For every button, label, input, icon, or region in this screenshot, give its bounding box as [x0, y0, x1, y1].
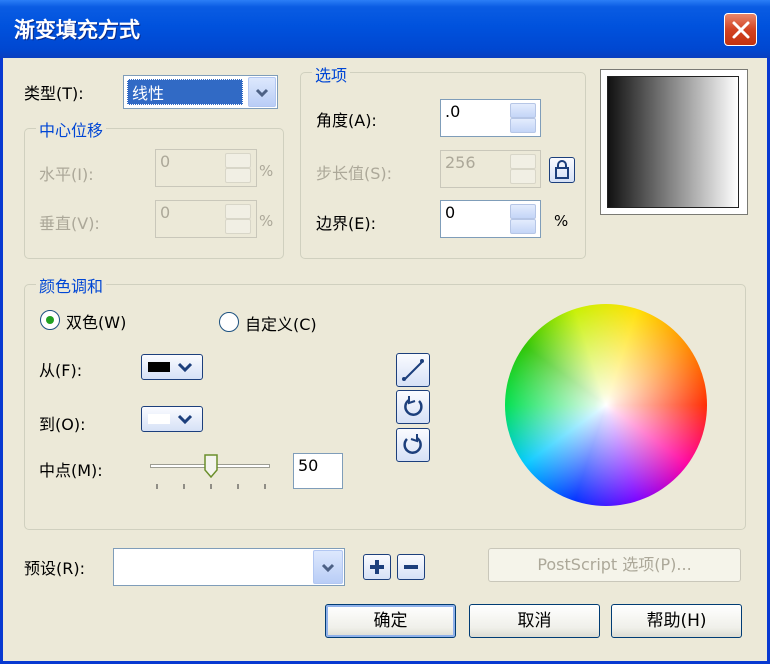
color-blend-legend: 颜色调和	[36, 273, 107, 297]
clockwise-arrow-icon	[403, 434, 422, 454]
type-dropdown-arrow[interactable]	[248, 77, 276, 107]
horizontal-label: 水平(I):	[39, 165, 94, 184]
type-select[interactable]: 线性	[123, 75, 278, 109]
from-color-picker[interactable]	[141, 354, 203, 380]
midpoint-field[interactable]: 50	[293, 453, 343, 489]
vertical-spinner	[225, 204, 251, 234]
to-label: 到(O):	[39, 415, 86, 434]
to-color-swatch	[148, 414, 170, 424]
presets-dropdown-arrow[interactable]	[313, 550, 343, 584]
custom-radio[interactable]	[219, 312, 239, 332]
chevron-down-icon	[177, 414, 193, 425]
midpoint-slider-ticks	[156, 484, 266, 489]
horizontal-unit: %	[259, 162, 274, 180]
two-color-radio[interactable]	[40, 310, 60, 330]
ok-button[interactable]: 确定	[325, 604, 456, 638]
help-button[interactable]: 帮助(H)	[611, 604, 742, 638]
direct-path-button[interactable]	[396, 353, 430, 387]
center-offset-group	[24, 128, 284, 259]
clockwise-path-button[interactable]	[396, 428, 430, 462]
steps-lock-button[interactable]	[549, 157, 575, 183]
from-label: 从(F):	[39, 361, 83, 380]
chevron-down-icon	[177, 362, 193, 373]
add-preset-button[interactable]	[363, 554, 391, 580]
type-selected-value: 线性	[132, 84, 165, 103]
gradient-preview[interactable]	[607, 76, 739, 208]
horizontal-spinner	[225, 153, 251, 183]
steps-label: 步长值(S):	[316, 164, 393, 183]
counterclockwise-arrow-icon	[404, 396, 423, 416]
gradient-preview-frame	[600, 69, 748, 215]
chevron-down-icon	[255, 88, 269, 98]
midpoint-slider-thumb[interactable]	[204, 454, 218, 479]
to-color-picker[interactable]	[141, 406, 203, 432]
presets-label: 预设(R):	[24, 559, 85, 578]
vertical-label: 垂直(V):	[39, 214, 100, 233]
chevron-down-icon	[321, 563, 335, 573]
two-color-label[interactable]: 双色(W)	[66, 309, 126, 333]
custom-label[interactable]: 自定义(C)	[245, 311, 317, 335]
close-icon	[732, 21, 750, 39]
steps-spinner	[510, 154, 536, 184]
minus-icon	[404, 565, 418, 569]
cancel-button[interactable]: 取消	[469, 604, 600, 638]
edge-spinner[interactable]	[510, 204, 536, 234]
remove-preset-button[interactable]	[397, 554, 425, 580]
title-bar[interactable]: 渐变填充方式	[0, 0, 770, 58]
counterclockwise-path-button[interactable]	[396, 390, 430, 424]
angle-spinner[interactable]	[510, 103, 536, 133]
vertical-unit: %	[259, 212, 274, 230]
edge-label: 边界(E):	[316, 214, 376, 233]
angle-label: 角度(A):	[316, 111, 377, 130]
close-button[interactable]	[724, 13, 757, 46]
type-label: 类型(T):	[24, 84, 84, 103]
options-legend: 选项	[312, 62, 351, 86]
diagonal-line-icon	[402, 359, 424, 381]
from-color-swatch	[148, 362, 170, 372]
edge-unit: %	[554, 212, 569, 230]
midpoint-label: 中点(M):	[39, 461, 103, 480]
color-wheel[interactable]	[505, 304, 707, 506]
center-offset-legend: 中心位移	[36, 117, 107, 141]
lock-icon	[555, 160, 569, 179]
dialog-title: 渐变填充方式	[14, 18, 140, 42]
presets-combo[interactable]	[113, 548, 345, 586]
plus-icon	[370, 560, 384, 574]
postscript-options-button: PostScript 选项(P)...	[488, 548, 741, 582]
